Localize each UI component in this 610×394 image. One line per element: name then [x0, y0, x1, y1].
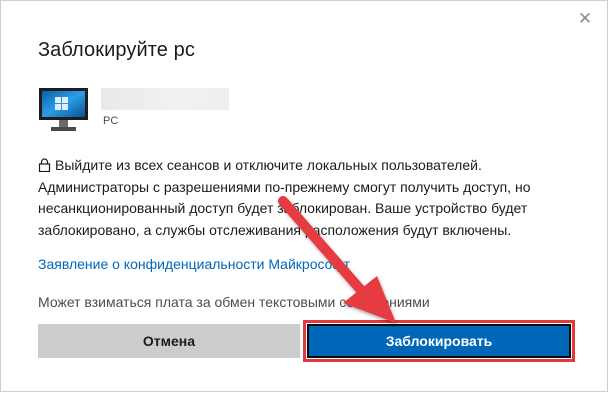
lock-button[interactable]: Заблокировать — [307, 324, 571, 358]
lock-description: Выйдите из всех сеансов и отключите лока… — [38, 155, 558, 241]
dialog-title: Заблокируйте pc — [38, 39, 196, 61]
privacy-statement-link[interactable]: Заявление о конфиденциальности Майкрософ… — [38, 256, 350, 272]
close-icon[interactable]: ✕ — [576, 10, 594, 28]
lock-icon — [38, 158, 51, 172]
description-text: Выйдите из всех сеансов и отключите лока… — [38, 157, 531, 238]
cancel-button[interactable]: Отмена — [38, 324, 300, 358]
sms-charges-note: Может взиматься плата за обмен текстовым… — [38, 294, 430, 310]
device-type-label: PC — [103, 115, 119, 127]
device-name-redacted — [101, 88, 229, 110]
monitor-icon — [39, 88, 88, 131]
lock-device-dialog: ✕ Заблокируйте pc PC Выйдите из всех сеа… — [0, 0, 608, 392]
